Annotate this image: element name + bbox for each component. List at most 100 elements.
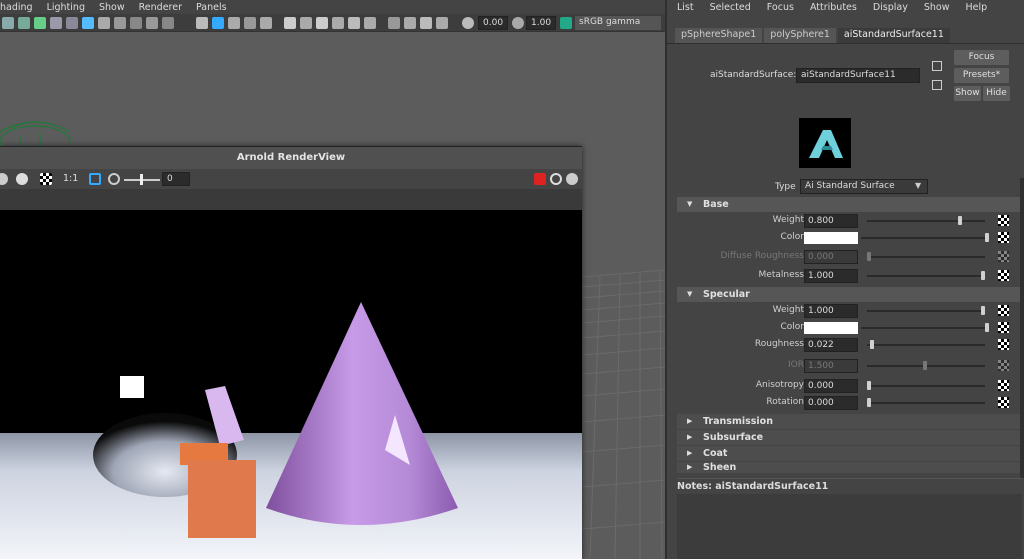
map-button-icon[interactable] [998, 397, 1009, 408]
anisotropy-slider[interactable] [867, 381, 985, 390]
tab-aistandardsurface11[interactable]: aiStandardSurface11 [837, 28, 950, 43]
depth-of-field-icon[interactable] [364, 17, 376, 29]
xray-icon[interactable] [244, 17, 256, 29]
map-button-icon[interactable] [998, 339, 1009, 350]
section-base[interactable]: ▼ Base [677, 197, 1022, 212]
xray-active-icon[interactable] [420, 17, 432, 29]
base-color-swatch[interactable] [804, 232, 858, 244]
wireframe-icon[interactable] [196, 17, 208, 29]
textured-icon[interactable] [260, 17, 272, 29]
grid-icon[interactable] [82, 17, 94, 29]
focus-button[interactable]: Focus [954, 50, 1009, 65]
crop-region-icon[interactable] [89, 173, 101, 185]
field-chart-icon[interactable] [146, 17, 158, 29]
tab-polysphere1[interactable]: polySphere1 [764, 28, 836, 43]
rotation-slider[interactable] [867, 398, 985, 407]
ratio-label[interactable]: 1:1 [63, 173, 78, 184]
menu-list[interactable]: List [677, 2, 694, 13]
camera-icon[interactable] [2, 17, 14, 29]
section-transmission[interactable]: ▶ Transmission [677, 414, 1022, 429]
rgb-channel-icon[interactable] [16, 173, 28, 185]
exposure-slider-thumb[interactable] [140, 174, 143, 185]
checker-icon[interactable] [40, 173, 52, 185]
smooth-shade-icon[interactable] [212, 17, 224, 29]
base-weight-slider[interactable] [867, 216, 985, 225]
specular-color-slider[interactable] [861, 323, 989, 332]
menu-show[interactable]: Show [924, 2, 950, 13]
wireframe-on-shaded-icon[interactable] [228, 17, 240, 29]
camera-attributes-icon[interactable] [34, 17, 46, 29]
attribute-scrollbar[interactable] [1020, 178, 1024, 478]
specular-roughness-field[interactable]: 0.022 [804, 338, 858, 352]
tab-psphereshape1[interactable]: pSphereShape1 [675, 28, 763, 43]
slider-thumb[interactable] [867, 398, 871, 407]
specular-weight-field[interactable]: 1.000 [804, 304, 858, 318]
shader-swatch[interactable] [799, 118, 851, 168]
arnold-renderview-window[interactable]: Arnold RenderView 1:1 0 [0, 146, 582, 559]
color-management-icon[interactable] [560, 17, 572, 29]
settings-gear-icon[interactable] [566, 173, 578, 185]
render-image[interactable] [0, 210, 582, 559]
view-transform-dropdown[interactable]: sRGB gamma [575, 16, 661, 30]
exposure-value-field[interactable]: 0 [162, 172, 190, 186]
safe-action-icon[interactable] [162, 17, 174, 29]
menu-attributes[interactable]: Attributes [810, 2, 857, 13]
section-specular[interactable]: ▼ Specular [677, 287, 1022, 302]
gate-mask-icon[interactable] [130, 17, 142, 29]
slider-thumb[interactable] [981, 306, 985, 315]
menu-lighting[interactable]: Lighting [47, 2, 85, 13]
menu-panels[interactable]: Panels [196, 2, 227, 13]
map-button-icon[interactable] [998, 305, 1009, 316]
antialiasing-icon[interactable] [348, 17, 360, 29]
slider-thumb[interactable] [958, 216, 963, 225]
slider-thumb[interactable] [985, 233, 989, 242]
notes-textarea[interactable] [677, 494, 1022, 559]
isolate-icon[interactable] [388, 17, 400, 29]
section-subsurface[interactable]: ▶ Subsurface [677, 430, 1022, 445]
menu-renderer[interactable]: Renderer [139, 2, 182, 13]
map-button-icon[interactable] [998, 270, 1009, 281]
show-button[interactable]: Show [954, 86, 981, 101]
map-button-icon[interactable] [998, 380, 1009, 391]
slider-thumb[interactable] [985, 323, 989, 332]
exposure-icon[interactable] [462, 17, 474, 29]
frame-icon[interactable] [436, 17, 448, 29]
type-dropdown[interactable]: Ai Standard Surface [800, 179, 928, 194]
render-icon[interactable] [0, 173, 8, 185]
menu-display[interactable]: Display [873, 2, 908, 13]
menu-show[interactable]: Show [99, 2, 125, 13]
specular-weight-slider[interactable] [867, 306, 985, 315]
menu-help[interactable]: Help [966, 2, 988, 13]
presets-button[interactable]: Presets* [954, 68, 1009, 83]
motion-blur-icon[interactable] [332, 17, 344, 29]
menu-shading[interactable]: hading [0, 2, 33, 13]
hide-button[interactable]: Hide [983, 86, 1010, 101]
metalness-slider[interactable] [867, 271, 985, 280]
input-connection-icon[interactable] [932, 61, 942, 71]
film-gate-icon[interactable] [98, 17, 110, 29]
lights-icon[interactable] [284, 17, 296, 29]
menu-focus[interactable]: Focus [767, 2, 794, 13]
slider-thumb[interactable] [981, 271, 985, 280]
shader-name-field[interactable]: aiStandardSurface11 [796, 68, 920, 83]
section-sheen[interactable]: ▶ Sheen [677, 462, 1022, 473]
shadows-icon[interactable] [300, 17, 312, 29]
map-button-icon[interactable] [998, 215, 1009, 226]
map-button-icon[interactable] [998, 322, 1009, 333]
renderview-titlebar[interactable]: Arnold RenderView [0, 147, 582, 169]
base-weight-field[interactable]: 0.800 [804, 214, 858, 228]
refresh-render-icon[interactable] [550, 173, 562, 185]
exposure-field[interactable]: 0.00 [478, 16, 508, 30]
rotation-field[interactable]: 0.000 [804, 396, 858, 410]
slider-thumb[interactable] [867, 381, 871, 390]
base-color-slider[interactable] [861, 233, 989, 242]
ambient-occlusion-icon[interactable] [316, 17, 328, 29]
resolution-gate-icon[interactable] [114, 17, 126, 29]
specular-color-swatch[interactable] [804, 322, 858, 334]
menu-selected[interactable]: Selected [710, 2, 751, 13]
map-button-icon[interactable] [998, 232, 1009, 243]
gamma-icon[interactable] [512, 17, 524, 29]
specular-roughness-slider[interactable] [867, 340, 985, 349]
anisotropy-field[interactable]: 0.000 [804, 379, 858, 393]
exposure-dial-icon[interactable] [108, 173, 120, 185]
